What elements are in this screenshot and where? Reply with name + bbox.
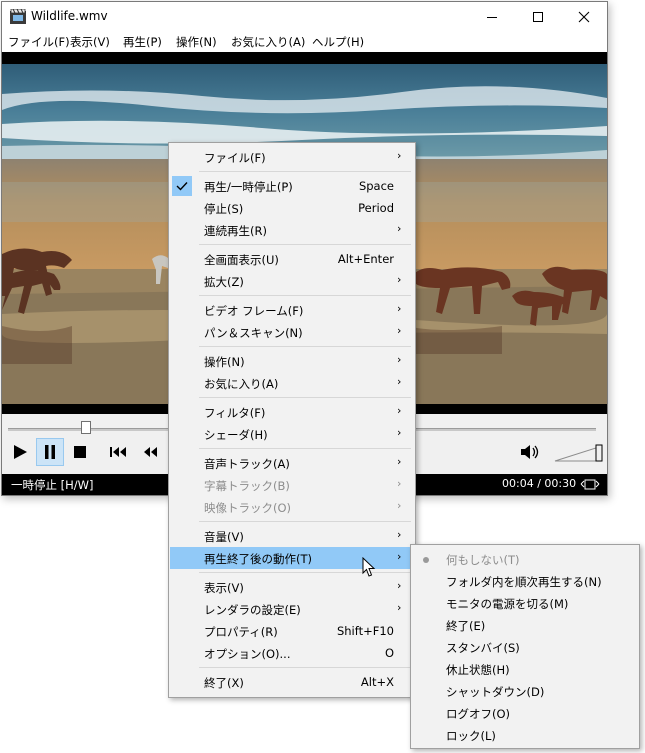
maximize-icon xyxy=(533,12,543,22)
ctx-item-repeat[interactable]: 連続再生(R) › xyxy=(170,219,414,241)
ctx-item-play-pause[interactable]: 再生/一時停止(P) Space xyxy=(170,175,414,197)
speaker-icon xyxy=(521,445,539,459)
mute-button[interactable] xyxy=(516,438,544,466)
submenu-arrow-icon: › xyxy=(397,404,402,417)
ctx-item-stop[interactable]: 停止(S) Period xyxy=(170,197,414,219)
close-button[interactable] xyxy=(561,2,607,32)
sub-item-hibernate[interactable]: 休止状態(H) xyxy=(412,658,638,680)
ctx-item-audio-track[interactable]: 音声トラック(A) › xyxy=(170,452,414,474)
submenu-arrow-icon: › xyxy=(397,601,402,614)
submenu-arrow-icon: › xyxy=(397,499,402,512)
submenu-arrow-icon: › xyxy=(397,324,402,337)
rewind-icon xyxy=(144,447,157,457)
ctx-item-pan-scan[interactable]: パン＆スキャン(N) › xyxy=(170,321,414,343)
playback-state: 一時停止 [H/W] xyxy=(11,478,94,492)
sub-item-standby[interactable]: スタンバイ(S) xyxy=(412,636,638,658)
mouse-cursor-icon xyxy=(362,557,376,577)
sub-item-monitor-off[interactable]: モニタの電源を切る(M) xyxy=(412,592,638,614)
submenu-arrow-icon: › xyxy=(397,550,402,563)
ctx-item-renderer-settings[interactable]: レンダラの設定(E) › xyxy=(170,598,414,620)
skip-back-icon xyxy=(110,447,126,457)
sub-item-shutdown[interactable]: シャットダウン(D) xyxy=(412,680,638,702)
ctx-item-file[interactable]: ファイル(F) › xyxy=(170,146,414,168)
menu-file[interactable]: ファイル(F) xyxy=(8,34,70,50)
ctx-item-zoom[interactable]: 拡大(Z) › xyxy=(170,270,414,292)
menu-separator xyxy=(199,572,411,573)
stop-icon xyxy=(74,446,86,458)
ctx-item-shaders[interactable]: シェーダ(H) › xyxy=(170,423,414,445)
submenu-arrow-icon: › xyxy=(397,273,402,286)
play-icon xyxy=(14,445,27,459)
window-title: Wildlife.wmv xyxy=(31,9,108,23)
ctx-item-video-track: 映像トラック(O) › xyxy=(204,499,402,515)
menu-bar: ファイル(F) 表示(V) 再生(P) 操作(N) お気に入り(A) ヘルプ(H… xyxy=(2,32,607,52)
menu-separator xyxy=(199,397,411,398)
ctx-item-exit[interactable]: 終了(X) Alt+X xyxy=(170,671,414,693)
volume-thumb xyxy=(595,444,603,462)
ctx-item-options[interactable]: オプション(O)... O xyxy=(170,642,414,664)
maximize-button[interactable] xyxy=(515,2,561,32)
ctx-item-navigate[interactable]: 操作(N) › xyxy=(170,350,414,372)
menu-separator xyxy=(199,244,411,245)
sub-item-lock[interactable]: ロック(L) xyxy=(412,724,638,746)
ctx-item-view[interactable]: 表示(V) › xyxy=(170,576,414,598)
volume-slider[interactable] xyxy=(554,444,604,462)
pause-icon xyxy=(45,445,55,459)
minimize-button[interactable] xyxy=(469,2,515,32)
ctx-item-properties[interactable]: プロパティ(R) Shift+F10 xyxy=(170,620,414,642)
submenu-arrow-icon: › xyxy=(397,579,402,592)
submenu-arrow-icon: › xyxy=(397,222,402,235)
menu-help[interactable]: ヘルプ(H) xyxy=(312,34,364,50)
minimize-icon xyxy=(487,17,497,18)
time-display: 00:04 / 00:30 xyxy=(502,477,577,490)
sub-item-logoff[interactable]: ログオフ(O) xyxy=(412,702,638,724)
ctx-item-video-frame[interactable]: ビデオ フレーム(F) › xyxy=(170,299,414,321)
resize-grip-icon xyxy=(580,479,600,490)
menu-separator xyxy=(199,667,411,668)
menu-separator xyxy=(199,448,411,449)
menu-navigate[interactable]: 操作(N) xyxy=(176,34,217,50)
title-bar[interactable]: Wildlife.wmv xyxy=(2,2,607,32)
stop-button[interactable] xyxy=(66,438,94,466)
ctx-item-fullscreen[interactable]: 全画面表示(U) Alt+Enter xyxy=(170,248,414,270)
menu-play[interactable]: 再生(P) xyxy=(123,34,162,50)
ctx-item-volume[interactable]: 音量(V) › xyxy=(170,525,414,547)
ctx-item-filters[interactable]: フィルタ(F) › xyxy=(170,401,414,423)
radio-bullet-icon xyxy=(423,557,429,563)
ctx-item-after-playback[interactable]: 再生終了後の動作(T) › xyxy=(170,547,414,569)
context-menu: ファイル(F) › 再生/一時停止(P) Space 停止(S) Period … xyxy=(168,142,416,698)
previous-button[interactable] xyxy=(104,438,132,466)
submenu-arrow-icon: › xyxy=(397,353,402,366)
menu-separator xyxy=(199,171,411,172)
close-icon xyxy=(578,11,590,23)
menu-separator xyxy=(199,295,411,296)
menu-separator xyxy=(199,346,411,347)
submenu-arrow-icon: › xyxy=(397,477,402,490)
submenu-arrow-icon: › xyxy=(397,375,402,388)
ctx-item-subtitle-track: 字幕トラック(B) › xyxy=(204,477,402,493)
sub-item-exit[interactable]: 終了(E) xyxy=(412,614,638,636)
submenu-arrow-icon: › xyxy=(397,455,402,468)
pause-button[interactable] xyxy=(36,438,64,466)
app-icon xyxy=(10,9,26,24)
sub-item-do-nothing: 何もしない(T) xyxy=(412,548,638,570)
ctx-item-favorites[interactable]: お気に入り(A) › xyxy=(170,372,414,394)
menu-view[interactable]: 表示(V) xyxy=(70,34,110,50)
checkmark-icon xyxy=(172,176,192,196)
play-button[interactable] xyxy=(6,438,34,466)
submenu-arrow-icon: › xyxy=(397,302,402,315)
submenu-arrow-icon: › xyxy=(397,149,402,162)
menu-favorites[interactable]: お気に入り(A) xyxy=(231,34,305,50)
submenu-arrow-icon: › xyxy=(397,426,402,439)
rewind-button[interactable] xyxy=(136,438,164,466)
seek-thumb[interactable] xyxy=(81,421,91,434)
submenu-arrow-icon: › xyxy=(397,528,402,541)
after-playback-submenu: 何もしない(T) フォルダ内を順次再生する(N) モニタの電源を切る(M) 終了… xyxy=(410,544,640,749)
menu-separator xyxy=(199,521,411,522)
sub-item-play-folder[interactable]: フォルダ内を順次再生する(N) xyxy=(412,570,638,592)
